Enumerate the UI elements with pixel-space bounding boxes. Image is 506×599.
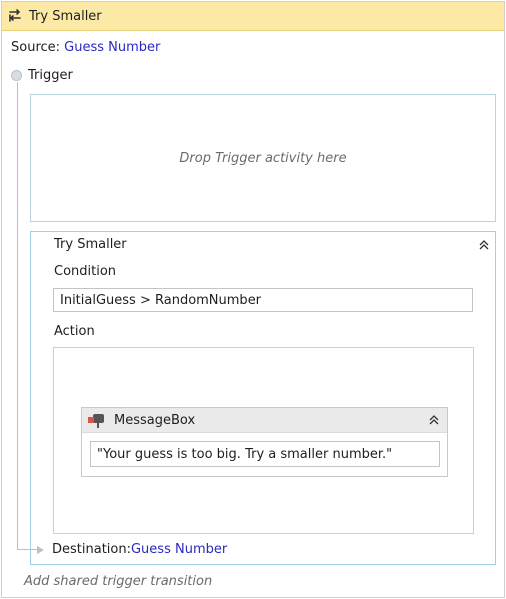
source-row: Source: Guess Number bbox=[11, 40, 160, 55]
messagebox-activity[interactable]: MessageBox "Your guess is too big. Try a… bbox=[81, 407, 448, 477]
transition-designer: Try Smaller Source: Guess Number Trigger… bbox=[1, 1, 505, 598]
transition-icon bbox=[9, 9, 21, 22]
transition-panel: Try Smaller Condition InitialGuess > Ran… bbox=[30, 231, 496, 565]
messagebox-title: MessageBox bbox=[114, 412, 196, 428]
source-label: Source: bbox=[11, 40, 65, 55]
messagebox-header[interactable]: MessageBox bbox=[82, 408, 447, 433]
destination-arrow-icon bbox=[37, 545, 44, 554]
messagebox-icon bbox=[88, 414, 104, 428]
destination-row: Destination: Guess Number bbox=[37, 542, 227, 557]
collapse-transition-icon[interactable] bbox=[477, 238, 491, 252]
header-bar[interactable]: Try Smaller bbox=[2, 2, 504, 31]
condition-label: Condition bbox=[54, 264, 117, 279]
collapse-messagebox-icon[interactable] bbox=[427, 413, 441, 427]
connector-line bbox=[17, 82, 18, 549]
source-state-link[interactable]: Guess Number bbox=[64, 40, 160, 55]
destination-state-link[interactable]: Guess Number bbox=[131, 542, 227, 557]
destination-label: Destination: bbox=[52, 542, 131, 557]
add-shared-trigger-link[interactable]: Add shared trigger transition bbox=[24, 574, 212, 589]
action-drop-area[interactable]: MessageBox "Your guess is too big. Try a… bbox=[53, 347, 474, 534]
messagebox-text-input[interactable]: "Your guess is too big. Try a smaller nu… bbox=[90, 441, 440, 467]
trigger-label: Trigger bbox=[28, 68, 73, 83]
trigger-dot-icon bbox=[11, 70, 22, 81]
trigger-row: Trigger bbox=[11, 68, 73, 83]
transition-name[interactable]: Try Smaller bbox=[54, 237, 127, 252]
trigger-drop-placeholder: Drop Trigger activity here bbox=[179, 150, 347, 166]
trigger-drop-zone[interactable]: Drop Trigger activity here bbox=[30, 94, 496, 222]
action-label: Action bbox=[54, 324, 95, 339]
header-title: Try Smaller bbox=[29, 8, 102, 24]
condition-input[interactable]: InitialGuess > RandomNumber bbox=[53, 288, 473, 312]
